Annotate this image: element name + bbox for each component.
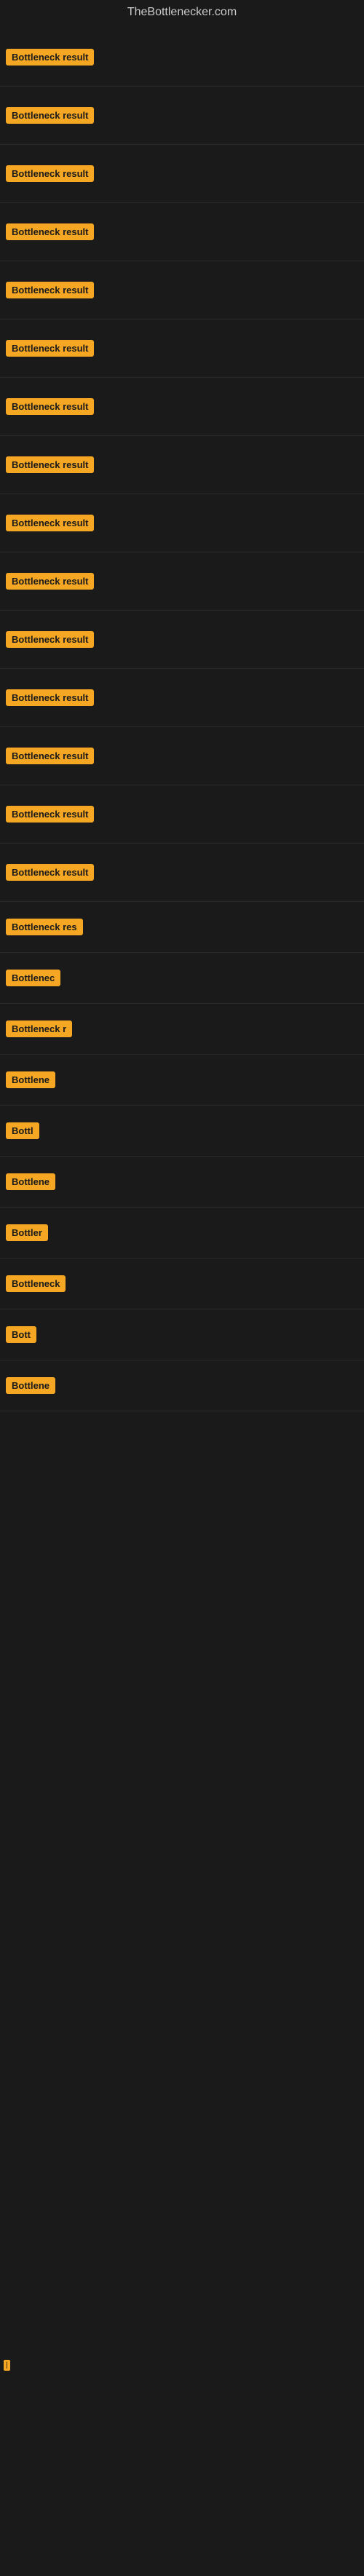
row-7: Bottleneck result: [0, 378, 364, 436]
bottleneck-badge: Bottleneck result: [6, 573, 94, 590]
list-item: Bottl: [6, 1122, 39, 1139]
items-container: Bottleneck result Bottleneck result Bott…: [0, 25, 364, 2576]
list-item: Bottleneck res: [6, 919, 83, 935]
row-10: Bottleneck result: [0, 552, 364, 611]
bottleneck-badge: Bottlene: [6, 1071, 55, 1088]
row-17: Bottlenec: [0, 953, 364, 1004]
list-item: Bottlene: [6, 1071, 55, 1088]
row-18: Bottleneck r: [0, 1004, 364, 1055]
row-23: Bottleneck: [0, 1259, 364, 1309]
bottleneck-badge: Bottlene: [6, 1173, 55, 1190]
row-19: Bottlene: [0, 1055, 364, 1106]
bottleneck-badge: Bottleneck result: [6, 748, 94, 764]
bottleneck-badge: Bottleneck result: [6, 689, 94, 706]
list-item: Bottlene: [6, 1377, 55, 1394]
list-item: Bottleneck result: [6, 689, 94, 706]
row-12: Bottleneck result: [0, 669, 364, 727]
list-item: Bottleneck result: [6, 165, 94, 182]
row-4: Bottleneck result: [0, 203, 364, 261]
list-item: Bottleneck r: [6, 1021, 72, 1037]
bottleneck-badge: Bott: [6, 1326, 36, 1343]
row-3: Bottleneck result: [0, 145, 364, 203]
bottleneck-badge: Bottleneck result: [6, 282, 94, 298]
row-25: Bottlene: [0, 1360, 364, 1411]
row-21: Bottlene: [0, 1157, 364, 1208]
row-9: Bottleneck result: [0, 494, 364, 552]
bottleneck-badge: Bottleneck result: [6, 107, 94, 124]
row-22: Bottler: [0, 1208, 364, 1259]
row-24: Bott: [0, 1309, 364, 1360]
list-item: Bottler: [6, 1224, 48, 1241]
bottleneck-badge: Bottleneck result: [6, 223, 94, 240]
list-item: Bottleneck result: [6, 223, 94, 240]
site-title-text: TheBottlenecker.com: [127, 6, 237, 18]
row-20: Bottl: [0, 1106, 364, 1157]
list-item: Bottleneck result: [6, 748, 94, 764]
list-item: Bottleneck result: [6, 49, 94, 66]
bottleneck-badge: Bottler: [6, 1224, 48, 1241]
row-1: Bottleneck result: [0, 28, 364, 87]
list-item: Bottleneck result: [6, 398, 94, 415]
row-6: Bottleneck result: [0, 320, 364, 378]
list-item: Bottleneck result: [6, 864, 94, 881]
list-item: Bottleneck result: [6, 515, 94, 531]
list-item: Bottleneck result: [6, 282, 94, 298]
list-item: Bottleneck result: [6, 340, 94, 357]
bottleneck-badge: Bottleneck result: [6, 864, 94, 881]
bottleneck-badge: Bottleneck result: [6, 515, 94, 531]
row-13: Bottleneck result: [0, 727, 364, 785]
bottleneck-badge: Bottlenec: [6, 970, 60, 986]
list-item: Bottleneck result: [6, 456, 94, 473]
list-item: Bottleneck result: [6, 107, 94, 124]
row-5: Bottleneck result: [0, 261, 364, 320]
list-item: Bottlene: [6, 1173, 55, 1190]
bottleneck-badge: Bottleneck result: [6, 631, 94, 648]
bottleneck-badge: Bottleneck result: [6, 806, 94, 823]
list-item: Bottleneck result: [6, 631, 94, 648]
row-14: Bottleneck result: [0, 785, 364, 844]
list-item: Bottleneck: [6, 1275, 66, 1292]
row-11: Bottleneck result: [0, 611, 364, 669]
bottleneck-badge: Bottleneck result: [6, 456, 94, 473]
empty-space: |: [0, 1411, 364, 2576]
bottleneck-badge: Bottleneck result: [6, 340, 94, 357]
bottleneck-badge: Bottleneck r: [6, 1021, 72, 1037]
row-2: Bottleneck result: [0, 87, 364, 145]
small-indicator: |: [4, 2360, 10, 2371]
bottleneck-badge: Bottleneck result: [6, 49, 94, 66]
row-16: Bottleneck res: [0, 902, 364, 953]
list-item: Bottlenec: [6, 970, 60, 986]
bottleneck-badge: Bottleneck result: [6, 398, 94, 415]
bottleneck-badge: Bottleneck: [6, 1275, 66, 1292]
bottleneck-badge: Bottlene: [6, 1377, 55, 1394]
bottleneck-badge: Bottl: [6, 1122, 39, 1139]
list-item: Bottleneck result: [6, 806, 94, 823]
row-8: Bottleneck result: [0, 436, 364, 494]
bottleneck-badge: Bottleneck res: [6, 919, 83, 935]
list-item: Bott: [6, 1326, 36, 1343]
site-header: TheBottlenecker.com: [0, 0, 364, 25]
bottleneck-badge: Bottleneck result: [6, 165, 94, 182]
list-item: Bottleneck result: [6, 573, 94, 590]
row-15: Bottleneck result: [0, 844, 364, 902]
